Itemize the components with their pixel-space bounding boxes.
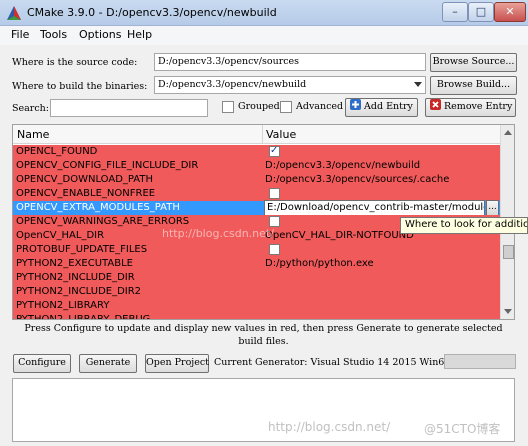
browse-build-button[interactable]: Browse Build... (430, 76, 517, 95)
menu-file[interactable]: File (9, 28, 31, 41)
tooltip: Where to look for additio (400, 217, 528, 234)
table-row[interactable]: OPENCV_DOWNLOAD_PATH D:/opencv3.3/opencv/… (13, 173, 500, 187)
table-row[interactable]: OPENCV_CONFIG_FILE_INCLUDE_DIR D:/opencv3… (13, 159, 500, 173)
table-row[interactable]: OPENCL_FOUND (13, 144, 500, 159)
row-value-checkbox[interactable] (269, 216, 280, 227)
build-label: Where to build the binaries: (12, 81, 148, 92)
plus-icon (350, 99, 361, 110)
menu-options[interactable]: Options (77, 28, 123, 41)
row-value-editor[interactable]: E:/Download/opencv_contrib-master/module… (264, 200, 485, 216)
chevron-down-icon[interactable] (414, 82, 422, 87)
row-name: OPENCV_DOWNLOAD_PATH (16, 174, 153, 185)
scroll-up-icon[interactable] (504, 130, 512, 135)
table-row[interactable]: OPENCV_EXTRA_MODULES_PATH E:/Download/ope… (13, 200, 500, 216)
progress-bar (444, 354, 516, 369)
menu-bar: File Tools Options Help (0, 26, 528, 45)
row-value: D:/opencv3.3/opencv/newbuild (265, 160, 421, 171)
row-value: D:/python/python.exe (265, 258, 374, 269)
menu-tools[interactable]: Tools (38, 28, 69, 41)
row-name: PYTHON2_LIBRARY (16, 300, 110, 311)
column-separator[interactable] (262, 125, 263, 144)
title-bar: CMake 3.9.0 - D:/opencv3.3/opencv/newbui… (0, 0, 528, 26)
row-name: OPENCL_FOUND (16, 146, 98, 157)
source-label: Where is the source code: (12, 57, 138, 68)
search-input[interactable] (50, 99, 208, 117)
row-name: OPENCV_ENABLE_NONFREE (16, 188, 156, 199)
row-browse-button[interactable]: ... (486, 200, 499, 216)
remove-x-icon (430, 99, 441, 110)
column-name-header[interactable]: Name (17, 128, 49, 141)
row-name: PYTHON2_INCLUDE_DIR2 (16, 286, 142, 297)
column-value-header[interactable]: Value (266, 128, 296, 141)
row-name: OPENCV_CONFIG_FILE_INCLUDE_DIR (16, 160, 199, 171)
remove-entry-label: Remove Entry (444, 101, 513, 112)
table-row[interactable]: PYTHON2_INCLUDE_DIR2 (13, 285, 500, 299)
close-button[interactable]: ✕ (494, 2, 526, 22)
row-value-checkbox[interactable] (269, 188, 280, 199)
table-row[interactable]: OPENCV_ENABLE_NONFREE (13, 187, 500, 201)
cmake-logo-icon (7, 6, 21, 20)
current-generator: Current Generator: Visual Studio 14 2015… (214, 357, 451, 368)
build-path-value: D:/opencv3.3/opencv/newbuild (158, 79, 307, 90)
browse-source-button[interactable]: Browse Source... (430, 53, 517, 72)
table-row[interactable]: PYTHON2_LIBRARY_DEBUG (13, 313, 500, 320)
scroll-down-icon[interactable] (504, 309, 512, 314)
scroll-thumb[interactable] (503, 245, 514, 259)
grouped-label: Grouped (238, 101, 280, 112)
watermark-text: http://blog.csdn.net/ (162, 227, 274, 240)
row-value: D:/opencv3.3/opencv/sources/.cache (265, 174, 450, 185)
row-name: PYTHON2_INCLUDE_DIR (16, 272, 135, 283)
watermark-text-bottom: http://blog.csdn.net/ (268, 420, 391, 434)
row-name: OPENCV_EXTRA_MODULES_PATH (16, 202, 180, 213)
table-row[interactable]: PYTHON2_LIBRARY (13, 299, 500, 313)
row-value-checkbox[interactable] (269, 244, 280, 255)
advanced-checkbox-box[interactable] (280, 101, 292, 113)
row-name: PYTHON2_EXECUTABLE (16, 258, 133, 269)
row-value: OpenCV_HAL_DIR-NOTFOUND (265, 230, 414, 241)
search-label: Search: (12, 103, 49, 114)
configure-button[interactable]: Configure (13, 354, 71, 373)
build-path-select[interactable]: D:/opencv3.3/opencv/newbuild (154, 76, 426, 94)
remove-entry-button[interactable]: Remove Entry (425, 98, 516, 117)
menu-help[interactable]: Help (125, 28, 154, 41)
row-value-checkbox[interactable] (269, 144, 280, 158)
table-row[interactable]: PYTHON2_EXECUTABLE D:/python/python.exe (13, 257, 500, 271)
table-row[interactable]: PYTHON2_INCLUDE_DIR (13, 271, 500, 285)
row-name: PYTHON2_LIBRARY_DEBUG (16, 314, 151, 320)
site-watermark: @51CTO博客 (424, 422, 501, 436)
source-path-input[interactable]: D:/opencv3.3/opencv/sources (154, 53, 426, 71)
minimize-button[interactable]: – (442, 2, 468, 22)
window-title: CMake 3.9.0 - D:/opencv3.3/opencv/newbui… (27, 6, 277, 19)
maximize-button[interactable]: □ (468, 2, 494, 22)
grouped-checkbox-box[interactable] (222, 101, 234, 113)
add-entry-button[interactable]: Add Entry (345, 98, 418, 117)
add-entry-label: Add Entry (364, 101, 413, 112)
table-row[interactable]: PROTOBUF_UPDATE_FILES (13, 243, 500, 257)
row-name: PROTOBUF_UPDATE_FILES (16, 244, 148, 255)
generate-button[interactable]: Generate (79, 354, 137, 373)
open-project-button[interactable]: Open Project (145, 354, 209, 373)
row-name: OpenCV_HAL_DIR (16, 230, 105, 241)
table-header: Name Value (13, 125, 500, 144)
status-message: Press Configure to update and display ne… (24, 323, 503, 347)
advanced-label: Advanced (296, 101, 344, 112)
